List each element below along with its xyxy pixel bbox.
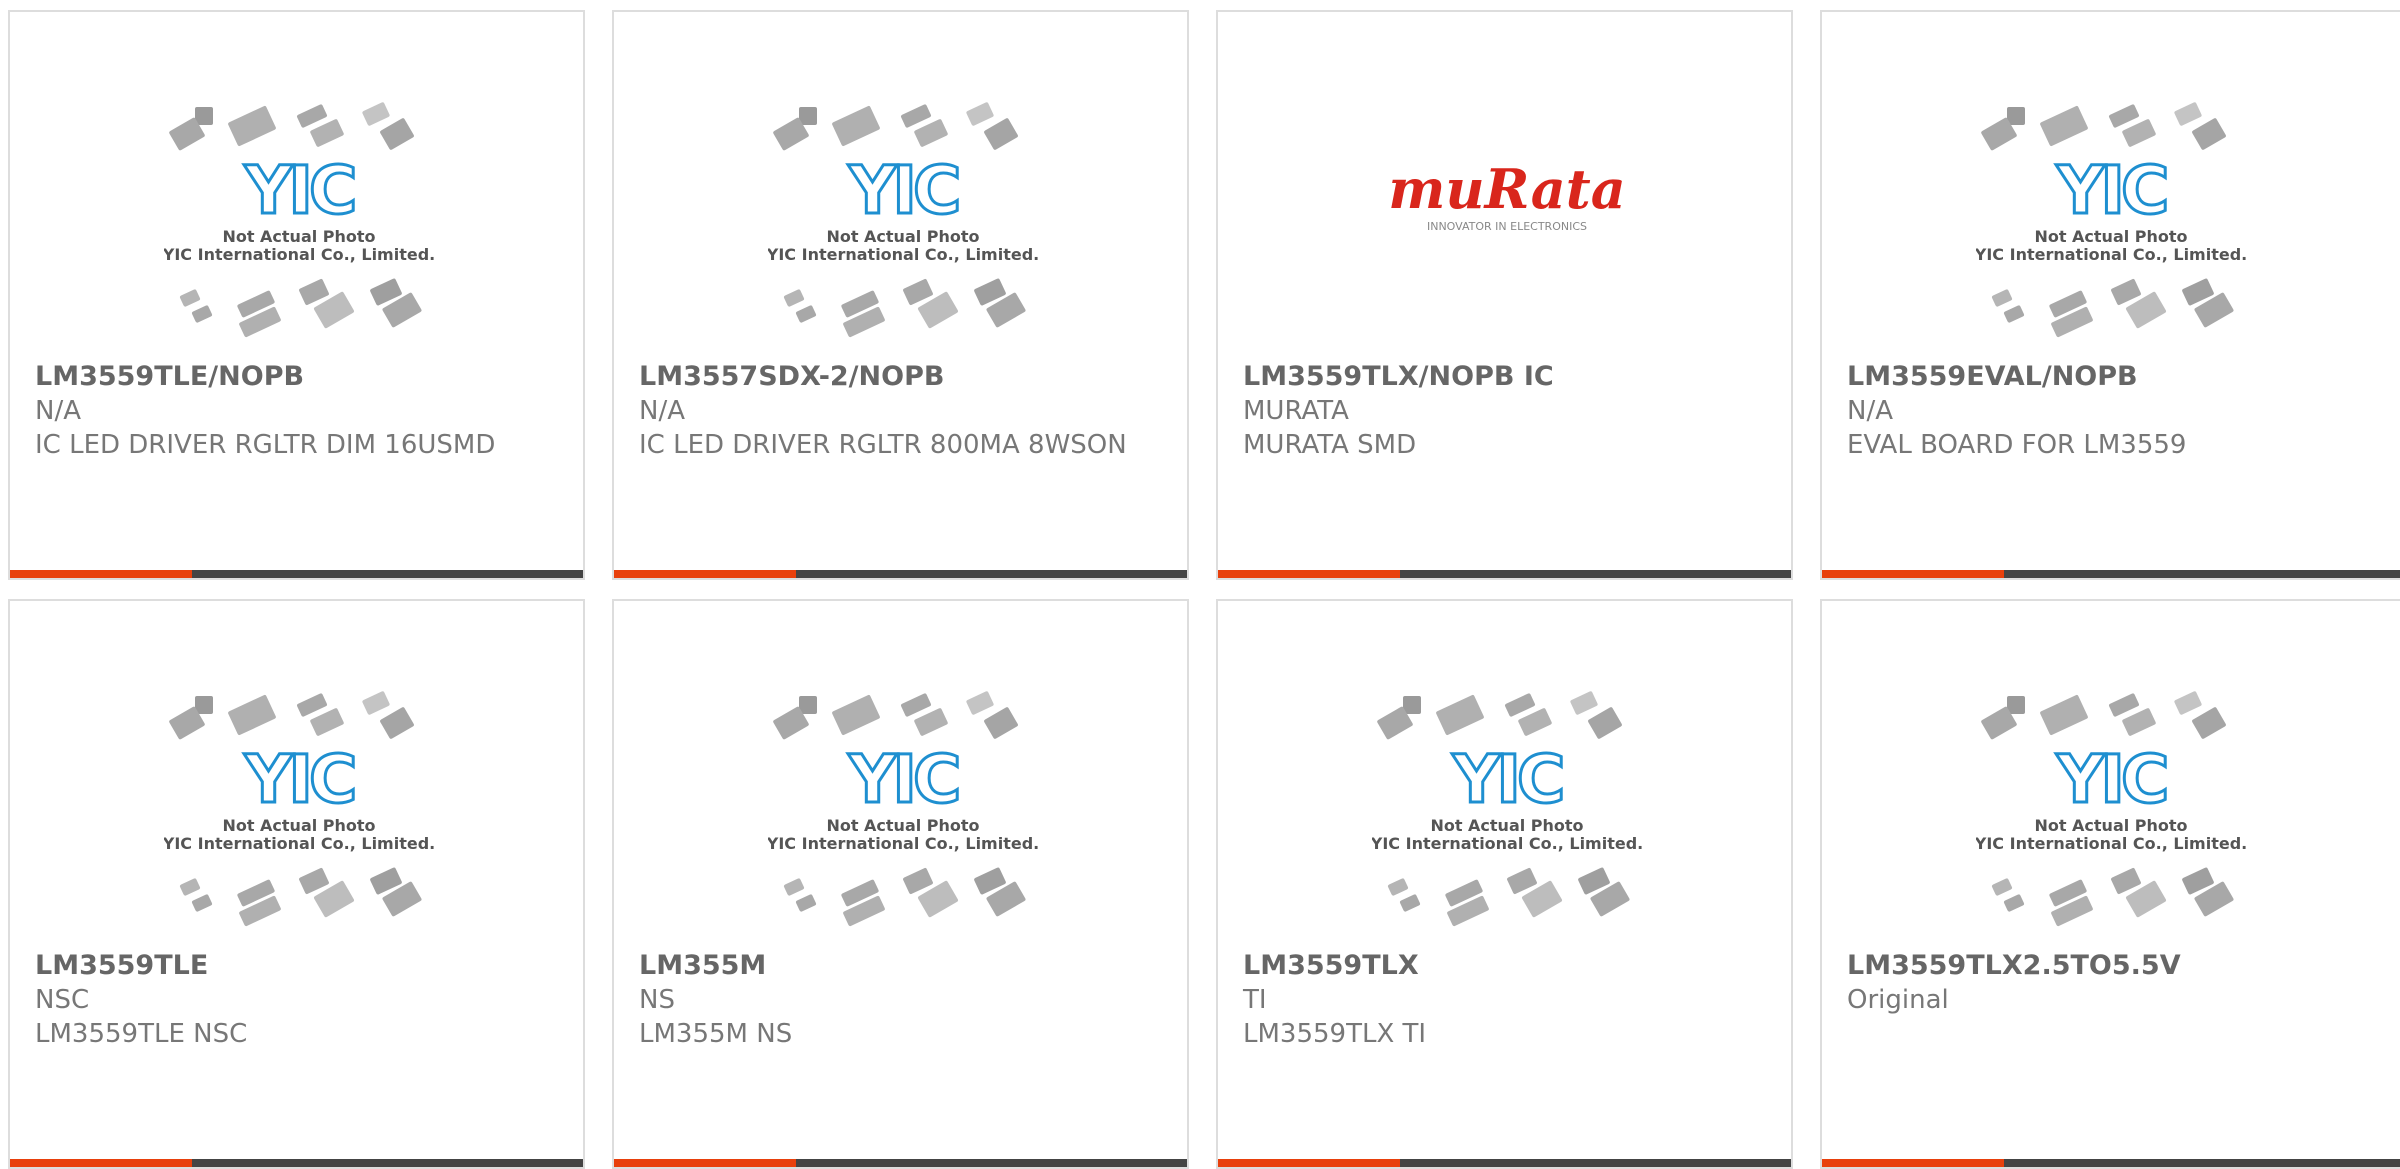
part-number[interactable]: LM3559TLE/NOPB (35, 360, 555, 394)
brand: MURATA (1243, 396, 1349, 426)
placeholder-caption-line1: Not Actual Photo (826, 816, 979, 835)
card-bottom-bar (10, 570, 583, 578)
card-accent-bar (10, 570, 192, 578)
product-card[interactable]: YIC Not Actual Photo YIC International Co.… (612, 599, 1189, 1169)
product-card[interactable]: YIC Not Actual Photo YIC International Co.… (8, 10, 585, 580)
brand: N/A (1847, 396, 1893, 426)
placeholder-caption-line2: YIC International Co., Limited. (164, 245, 434, 264)
description: LM3559TLX TI (1243, 1019, 1427, 1049)
card-accent-bar (1822, 1159, 2004, 1167)
murata-logo: muRata INNOVATOR IN ELECTRONICS (1388, 157, 1625, 233)
part-number[interactable]: LM3559TLX/NOPB IC (1243, 360, 1763, 394)
brand: Original (1847, 985, 1949, 1015)
placeholder-caption-line1: Not Actual Photo (1430, 816, 1583, 835)
product-image-placeholder[interactable]: YIC Not Actual Photo YIC International Co.… (614, 685, 1187, 943)
placeholder-caption-line2: YIC International Co., Limited. (1976, 245, 2246, 264)
product-image-placeholder[interactable]: YIC Not Actual Photo YIC International Co.… (614, 96, 1187, 354)
product-card[interactable]: YIC Not Actual Photo YIC International Co.… (1820, 10, 2400, 580)
yic-logo: YIC (243, 152, 353, 229)
card-bottom-bar (1218, 1159, 1791, 1167)
yic-logo: YIC (2055, 152, 2165, 229)
card-bottom-bar (1822, 1159, 2400, 1167)
card-bottom-bar (614, 570, 1187, 578)
part-number[interactable]: LM3559TLE (35, 949, 555, 983)
card-accent-bar (1822, 570, 2004, 578)
product-image-murata-logo[interactable]: muRata INNOVATOR IN ELECTRONICS (1218, 96, 1791, 354)
svg-text:INNOVATOR IN ELECTRONICS: INNOVATOR IN ELECTRONICS (1426, 220, 1586, 233)
card-accent-bar (1218, 1159, 1400, 1167)
brand: NSC (35, 985, 90, 1015)
product-image-placeholder[interactable]: YIC Not Actual Photo YIC International Co.… (10, 96, 583, 354)
yic-logo: YIC (847, 152, 957, 229)
description: LM3559TLE NSC (35, 1019, 248, 1049)
description: IC LED DRIVER RGLTR DIM 16USMD (35, 430, 496, 460)
description: EVAL BOARD FOR LM3559 (1847, 430, 2187, 460)
card-bottom-bar (1822, 570, 2400, 578)
product-card[interactable]: YIC Not Actual Photo YIC International Co.… (612, 10, 1189, 580)
placeholder-caption-line1: Not Actual Photo (222, 227, 375, 246)
placeholder-caption-line1: Not Actual Photo (222, 816, 375, 835)
brand: N/A (639, 396, 685, 426)
part-number[interactable]: LM3559EVAL/NOPB (1847, 360, 2367, 394)
brand: NS (639, 985, 675, 1015)
card-accent-bar (10, 1159, 192, 1167)
placeholder-caption-line1: Not Actual Photo (2034, 227, 2187, 246)
not-actual-photo-placeholder: YICNot Actual PhotoYIC International Co.… (1976, 102, 2246, 338)
part-number[interactable]: LM3559TLX (1243, 949, 1763, 983)
yic-logo: YIC (1451, 741, 1561, 818)
card-accent-bar (1218, 570, 1400, 578)
placeholder-caption-line2: YIC International Co., Limited. (164, 834, 434, 853)
placeholder-caption-line2: YIC International Co., Limited. (768, 834, 1038, 853)
placeholder-caption-line2: YIC International Co., Limited. (1976, 834, 2246, 853)
part-number[interactable]: LM355M (639, 949, 1159, 983)
placeholder-caption-line2: YIC International Co., Limited. (1372, 834, 1642, 853)
product-image-placeholder[interactable]: YIC Not Actual Photo YIC International Co.… (1822, 96, 2399, 354)
description: IC LED DRIVER RGLTR 800MA 8WSON (639, 430, 1127, 460)
placeholder-caption-line1: Not Actual Photo (2034, 816, 2187, 835)
not-actual-photo-placeholder: YICNot Actual PhotoYIC International Co.… (1372, 691, 1642, 927)
product-image-placeholder[interactable]: YIC Not Actual Photo YIC International Co.… (10, 685, 583, 943)
not-actual-photo-placeholder: YICNot Actual PhotoYIC International Co.… (768, 102, 1038, 338)
not-actual-photo-placeholder: YICNot Actual PhotoYIC International Co.… (164, 102, 434, 338)
product-grid: YIC Not Actual Photo YIC International Co.… (0, 0, 2400, 1169)
placeholder-caption-line1: Not Actual Photo (826, 227, 979, 246)
svg-text:muRata: muRata (1388, 157, 1625, 221)
card-bottom-bar (614, 1159, 1187, 1167)
description: MURATA SMD (1243, 430, 1417, 460)
product-card[interactable]: YIC Not Actual Photo YIC International Co.… (1216, 599, 1793, 1169)
card-accent-bar (614, 1159, 796, 1167)
not-actual-photo-placeholder: YICNot Actual PhotoYIC International Co.… (768, 691, 1038, 927)
yic-logo: YIC (2055, 741, 2165, 818)
yic-logo: YIC (847, 741, 957, 818)
card-bottom-bar (1218, 570, 1791, 578)
card-accent-bar (614, 570, 796, 578)
card-bottom-bar (10, 1159, 583, 1167)
part-number[interactable]: LM3557SDX-2/NOPB (639, 360, 1159, 394)
product-card[interactable]: muRata INNOVATOR IN ELECTRONICS LM3559TL… (1216, 10, 1793, 580)
product-card[interactable]: YIC Not Actual Photo YIC International Co.… (1820, 599, 2400, 1169)
description: LM355M NS (639, 1019, 793, 1049)
part-number[interactable]: LM3559TLX2.5TO5.5V (1847, 949, 2367, 983)
not-actual-photo-placeholder: YICNot Actual PhotoYIC International Co.… (1976, 691, 2246, 927)
brand: N/A (35, 396, 81, 426)
yic-logo: YIC (243, 741, 353, 818)
placeholder-caption-line2: YIC International Co., Limited. (768, 245, 1038, 264)
product-image-placeholder[interactable]: YIC Not Actual Photo YIC International Co.… (1218, 685, 1791, 943)
brand: TI (1243, 985, 1267, 1015)
product-card[interactable]: YIC Not Actual Photo YIC International Co.… (8, 599, 585, 1169)
not-actual-photo-placeholder: YICNot Actual PhotoYIC International Co.… (164, 691, 434, 927)
product-image-placeholder[interactable]: YIC Not Actual Photo YIC International Co.… (1822, 685, 2399, 943)
